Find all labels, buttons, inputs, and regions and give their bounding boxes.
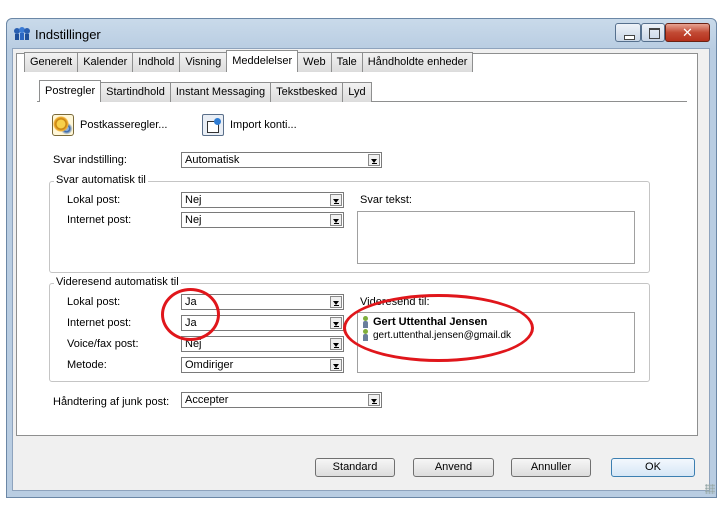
chevron-down-icon — [330, 214, 342, 226]
tab-tale[interactable]: Tale — [330, 52, 363, 72]
auto-forward-voice-select[interactable]: Nej — [181, 336, 344, 352]
junk-select[interactable]: Accepter — [181, 392, 382, 408]
tab-lyd[interactable]: Lyd — [342, 82, 372, 102]
mailbox-rules-label: Postkasseregler... — [80, 119, 168, 131]
chevron-down-icon — [330, 296, 342, 308]
tab-kalender[interactable]: Kalender — [77, 52, 134, 72]
auto-reply-internet-select[interactable]: Nej — [181, 212, 344, 228]
window-title: Indstillinger — [35, 27, 101, 42]
tab-haandholdte-enheder[interactable]: Håndholdte enheder — [361, 52, 474, 72]
auto-reply-local-value: Nej — [185, 194, 202, 206]
import-accounts-label: Import konti... — [230, 119, 297, 131]
auto-forward-method-value: Omdiriger — [185, 359, 234, 371]
gear-rules-icon — [52, 114, 74, 136]
minimize-button[interactable] — [615, 23, 641, 42]
auto-forward-internet-label: Internet post: — [67, 317, 132, 329]
tab-postregler[interactable]: Postregler — [39, 80, 102, 102]
standard-button[interactable]: Standard — [315, 458, 395, 477]
reply-setting-value: Automatisk — [185, 154, 240, 166]
reply-setting-label: Svar indstilling: — [53, 154, 127, 166]
chevron-down-icon — [330, 194, 342, 206]
app-icon — [14, 27, 30, 40]
annotation-circle-recipients — [343, 294, 534, 362]
reply-setting-select[interactable]: Automatisk — [181, 152, 382, 168]
close-icon: ✕ — [682, 25, 693, 40]
mailbox-rules-button[interactable]: Postkasseregler... — [52, 114, 167, 136]
auto-forward-method-label: Metode: — [67, 359, 107, 371]
title-bar[interactable]: Indstillinger ✕ — [7, 19, 716, 49]
tab-meddelelser[interactable]: Meddelelser — [226, 50, 299, 72]
auto-forward-local-label: Lokal post: — [67, 296, 121, 308]
auto-reply-local-label: Lokal post: — [67, 194, 121, 206]
outer-tab-strip: Generelt Kalender Indhold Visning Meddel… — [24, 50, 474, 72]
ok-button[interactable]: OK — [611, 458, 695, 477]
junk-value: Accepter — [185, 394, 229, 406]
tab-instant-messaging[interactable]: Instant Messaging — [169, 82, 272, 102]
tab-indhold[interactable]: Indhold — [132, 52, 181, 72]
auto-reply-internet-value: Nej — [185, 214, 202, 226]
auto-forward-method-select[interactable]: Omdiriger — [181, 357, 344, 373]
auto-forward-voice-label: Voice/fax post: — [67, 338, 139, 350]
apply-button[interactable]: Anvend — [413, 458, 494, 477]
chevron-down-icon — [330, 338, 342, 350]
inner-tab-strip: Postregler Startindhold Instant Messagin… — [39, 80, 372, 102]
reply-text-label: Svar tekst: — [360, 194, 412, 206]
junk-label: Håndtering af junk post: — [53, 396, 170, 408]
auto-reply-title: Svar automatisk til — [54, 174, 148, 186]
chevron-down-icon — [330, 317, 342, 329]
import-accounts-button[interactable]: Import konti... — [202, 114, 297, 136]
annotation-circle-ja — [161, 288, 220, 341]
close-button[interactable]: ✕ — [665, 23, 710, 42]
auto-reply-internet-label: Internet post: — [67, 214, 132, 226]
tab-visning[interactable]: Visning — [179, 52, 228, 72]
tab-web[interactable]: Web — [297, 52, 332, 72]
tab-startindhold[interactable]: Startindhold — [100, 82, 171, 102]
tab-generelt[interactable]: Generelt — [24, 52, 79, 72]
auto-reply-local-select[interactable]: Nej — [181, 192, 344, 208]
maximize-button[interactable] — [641, 23, 665, 42]
chevron-down-icon — [368, 154, 380, 166]
reply-text-input[interactable] — [357, 211, 635, 264]
chevron-down-icon — [330, 359, 342, 371]
cancel-button[interactable]: Annuller — [511, 458, 591, 477]
import-icon — [202, 114, 224, 136]
chevron-down-icon — [368, 394, 380, 406]
resize-grip-icon[interactable] — [705, 484, 715, 494]
tab-tekstbesked[interactable]: Tekstbesked — [270, 82, 344, 102]
auto-forward-title: Videresend automatisk til — [54, 276, 181, 288]
